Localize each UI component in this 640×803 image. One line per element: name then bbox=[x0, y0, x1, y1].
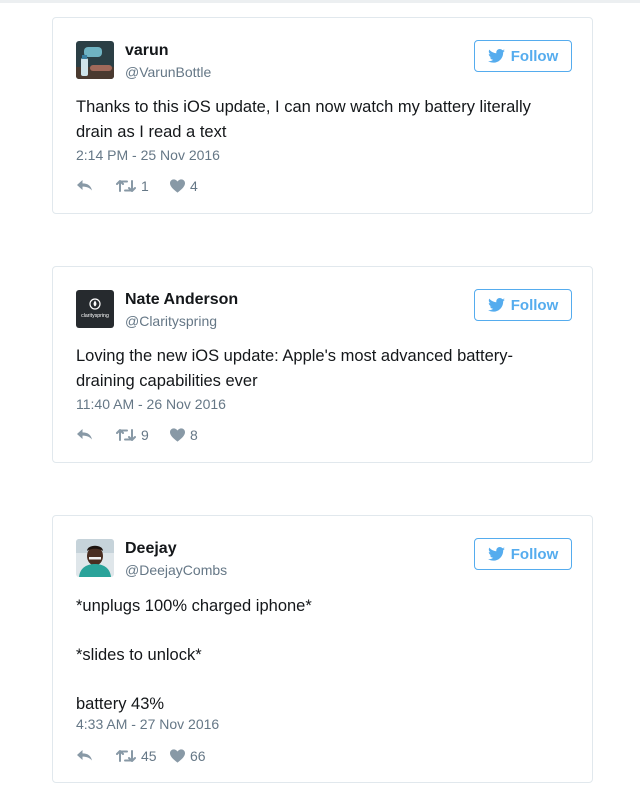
bird-icon bbox=[487, 298, 505, 312]
avatar-logo-text: clarityspring bbox=[81, 313, 109, 319]
user-handle[interactable]: @Clarityspring bbox=[125, 313, 217, 329]
bird-icon bbox=[487, 49, 505, 63]
heart-icon bbox=[170, 749, 185, 763]
tweet-text-line: draining capabilities ever bbox=[76, 372, 258, 390]
tweet-text-spacer bbox=[76, 619, 576, 643]
heart-icon bbox=[170, 428, 185, 442]
user-name[interactable]: Nate Anderson bbox=[125, 291, 238, 309]
bird-icon bbox=[487, 547, 505, 561]
like-count: 8 bbox=[190, 427, 198, 443]
user-name[interactable]: varun bbox=[125, 42, 169, 60]
follow-button[interactable]: Follow bbox=[474, 289, 572, 321]
follow-label: Follow bbox=[510, 545, 559, 563]
tweet-actions: 45 66 bbox=[76, 748, 276, 768]
reply-icon bbox=[76, 748, 93, 762]
clarityspring-logo-avatar[interactable]: clarityspring bbox=[76, 290, 114, 328]
reply-icon bbox=[76, 178, 93, 192]
like-count: 4 bbox=[190, 178, 198, 194]
retweet-count: 9 bbox=[141, 427, 149, 443]
heart-icon bbox=[170, 179, 185, 193]
user-handle[interactable]: @DeejayCombs bbox=[125, 562, 227, 578]
tweet-text-spacer bbox=[76, 668, 576, 692]
tweet-text-line: *unplugs 100% charged iphone* bbox=[76, 597, 312, 615]
tweet-timestamp[interactable]: 2:14 PM - 25 Nov 2016 bbox=[76, 147, 220, 163]
tweet-card: clarityspring Nate Anderson @Clarityspri… bbox=[52, 266, 593, 463]
follow-button[interactable]: Follow bbox=[474, 40, 572, 72]
tweet-actions: 9 8 bbox=[76, 427, 276, 447]
reply-button[interactable] bbox=[76, 748, 93, 762]
tweet-text: Loving the new iOS update: Apple's most … bbox=[76, 344, 576, 394]
tweet-card: varun @VarunBottle Follow Thanks to this… bbox=[52, 17, 593, 214]
retweet-icon bbox=[116, 179, 136, 193]
like-button[interactable]: 4 bbox=[170, 178, 198, 194]
like-button[interactable]: 66 bbox=[170, 748, 206, 764]
user-handle[interactable]: @VarunBottle bbox=[125, 64, 211, 80]
reply-button[interactable] bbox=[76, 178, 93, 192]
follow-label: Follow bbox=[510, 47, 559, 65]
tweet-text: Thanks to this iOS update, I can now wat… bbox=[76, 95, 576, 145]
user-name[interactable]: Deejay bbox=[125, 540, 177, 558]
tweet-text-line: battery 43% bbox=[76, 695, 165, 713]
retweet-icon bbox=[116, 428, 136, 442]
tweet-text-line: drain as I read a text bbox=[76, 123, 227, 141]
tweet-timestamp[interactable]: 11:40 AM - 26 Nov 2016 bbox=[76, 396, 226, 412]
like-count: 66 bbox=[190, 748, 206, 764]
bottle-photo-avatar[interactable] bbox=[76, 41, 114, 79]
reply-icon bbox=[76, 427, 93, 441]
tweet-text-line: Loving the new iOS update: Apple's most … bbox=[76, 347, 514, 365]
page-top-divider bbox=[0, 0, 640, 3]
follow-button[interactable]: Follow bbox=[474, 538, 572, 570]
like-button[interactable]: 8 bbox=[170, 427, 198, 443]
tweet-text: *unplugs 100% charged iphone* *slides to… bbox=[76, 594, 576, 717]
retweet-count: 45 bbox=[141, 748, 157, 764]
tweet-timestamp[interactable]: 4:33 AM - 27 Nov 2016 bbox=[76, 716, 219, 732]
follow-label: Follow bbox=[510, 296, 559, 314]
retweet-button[interactable]: 45 bbox=[116, 748, 157, 764]
tweet-card: Deejay @DeejayCombs Follow *unplugs 100%… bbox=[52, 515, 593, 783]
retweet-icon bbox=[116, 749, 136, 763]
tweet-actions: 1 4 bbox=[76, 178, 276, 198]
person-photo-avatar[interactable] bbox=[76, 539, 114, 577]
tweet-text-line: Thanks to this iOS update, I can now wat… bbox=[76, 98, 531, 116]
retweet-button[interactable]: 9 bbox=[116, 427, 149, 443]
retweet-button[interactable]: 1 bbox=[116, 178, 149, 194]
retweet-count: 1 bbox=[141, 178, 149, 194]
reply-button[interactable] bbox=[76, 427, 93, 441]
tweet-text-line: *slides to unlock* bbox=[76, 646, 202, 664]
